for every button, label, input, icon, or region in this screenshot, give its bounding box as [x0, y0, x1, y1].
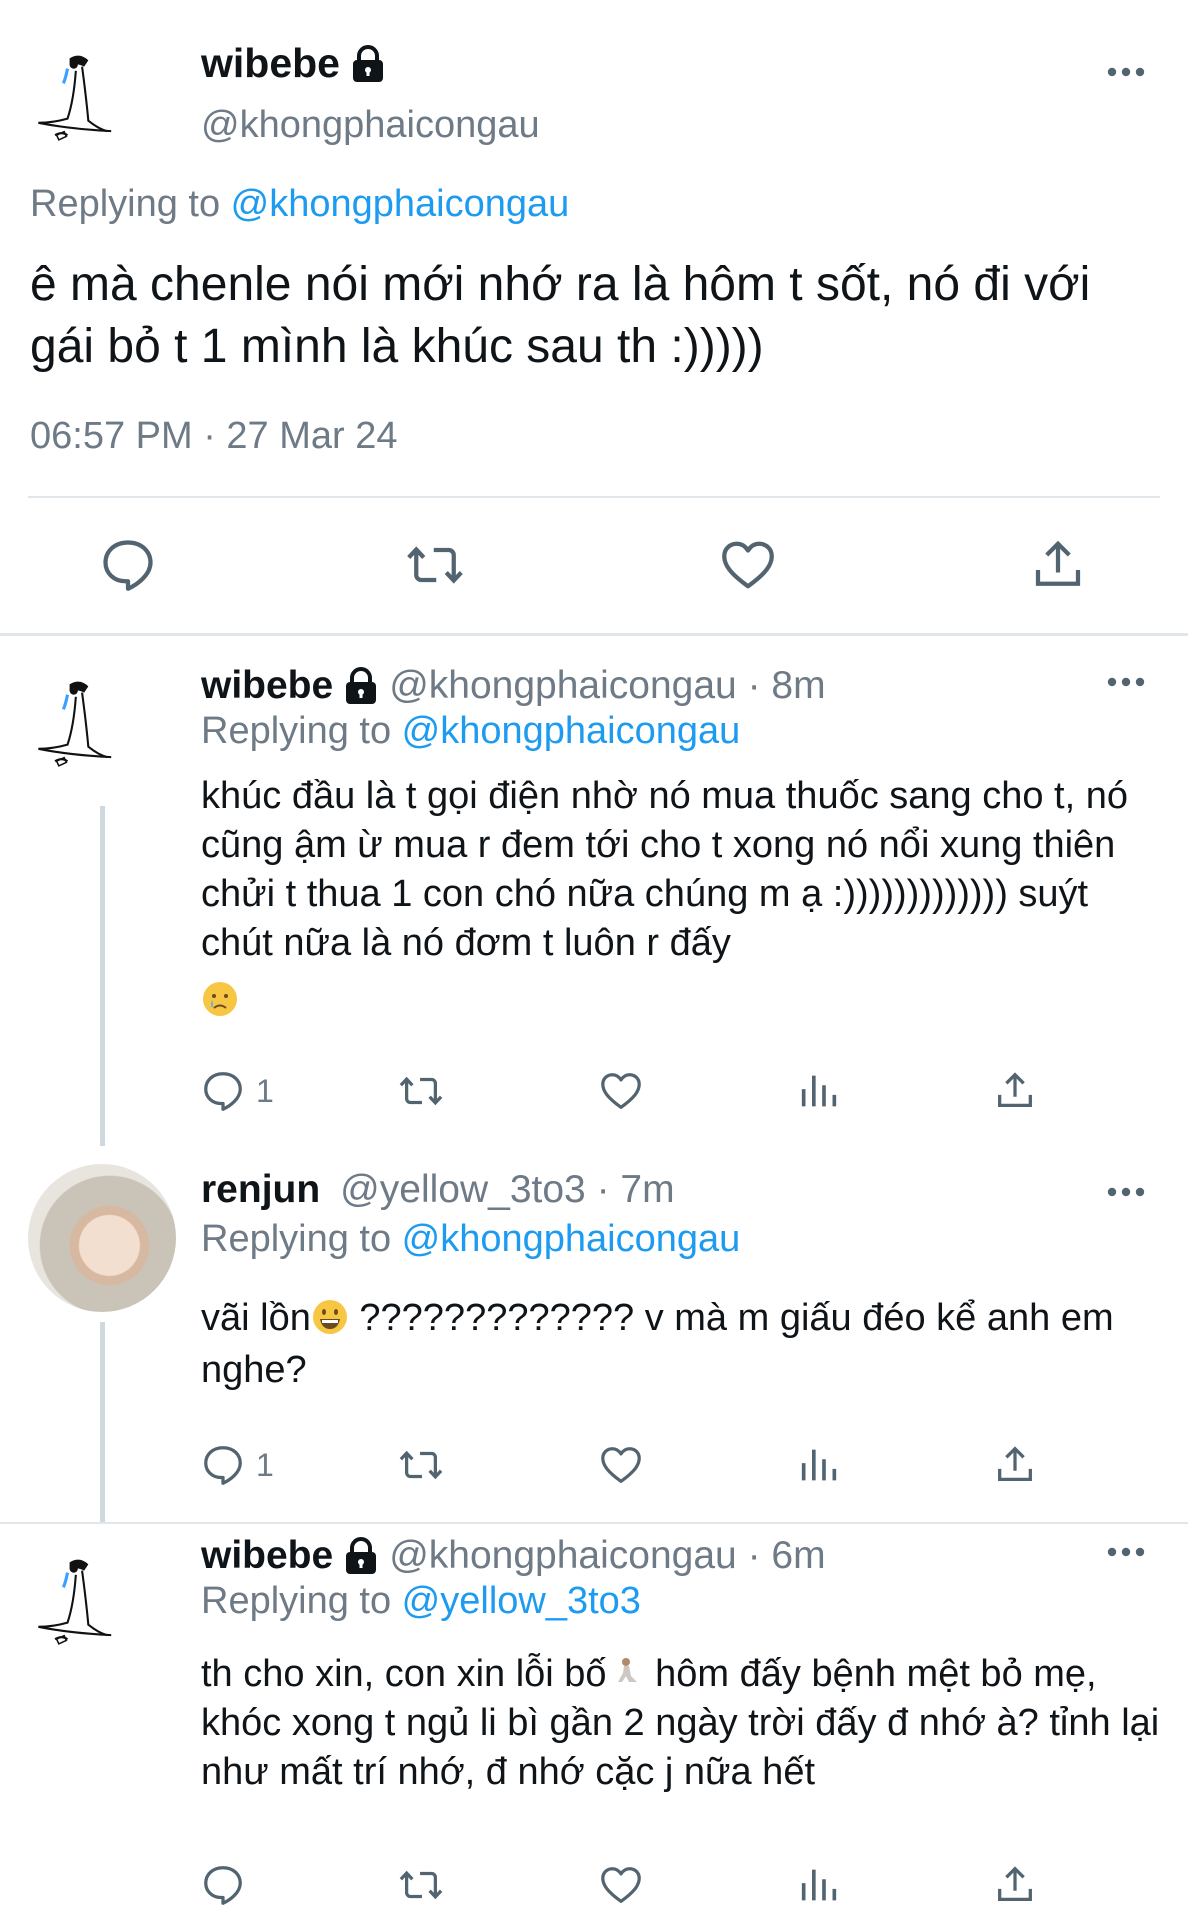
tweet-text-body: khúc đầu là t gọi điện nhờ nó mua thuốc …: [201, 775, 1128, 964]
replying-to-link[interactable]: @khongphaicongau: [231, 183, 570, 225]
views-icon[interactable]: [796, 1440, 842, 1490]
more-options-icon[interactable]: [1106, 1186, 1146, 1198]
share-icon[interactable]: [992, 1440, 1038, 1490]
reply-icon: [200, 1068, 246, 1114]
reply-icon: [200, 1862, 246, 1908]
reply-count: 1: [256, 1446, 274, 1483]
tweet-text-start: vãi lồn: [201, 1297, 311, 1339]
retweet-icon[interactable]: [398, 1440, 444, 1490]
retweet-icon[interactable]: [398, 1066, 444, 1116]
views-icon[interactable]: [796, 1066, 842, 1116]
reply-count: 1: [256, 1072, 274, 1109]
reply-button[interactable]: 1: [200, 1440, 274, 1490]
avatar[interactable]: [28, 50, 132, 154]
tweet-actions: 1: [0, 1066, 1188, 1116]
reply-tweet[interactable]: wibebe @khongphaicongau · 6m Replying to…: [0, 1524, 1188, 1920]
like-icon[interactable]: [598, 1066, 644, 1116]
avatar[interactable]: [28, 1554, 132, 1658]
lock-icon: [343, 1537, 379, 1575]
tweet-text: th cho xin, con xin lỗi bố hôm đấy bệnh …: [201, 1650, 1161, 1797]
reply-tweet[interactable]: wibebe @khongphaicongau · 8m Replying to…: [0, 636, 1188, 1146]
thread-line: [100, 1322, 105, 1522]
author-meta: @yellow_3to3 · 7m: [340, 1168, 675, 1211]
replying-to-link[interactable]: @khongphaicongau: [402, 710, 741, 752]
author-name[interactable]: wibebe: [201, 664, 333, 708]
like-icon[interactable]: [598, 1860, 644, 1910]
author-name[interactable]: renjun: [201, 1168, 320, 1212]
replying-to: Replying to @khongphaicongau: [201, 1218, 740, 1261]
author-name[interactable]: wibebe: [201, 40, 340, 87]
replying-to-link[interactable]: @yellow_3to3: [402, 1580, 641, 1622]
tweet-text-start: th cho xin, con xin lỗi bố: [201, 1653, 607, 1695]
replying-to-prefix: Replying to: [201, 710, 402, 752]
author-meta: @khongphaicongau · 6m: [389, 1534, 826, 1577]
replying-to-prefix: Replying to: [201, 1218, 402, 1260]
reply-header: renjun @yellow_3to3 · 7m: [201, 1168, 675, 1212]
reply-header: wibebe @khongphaicongau · 8m: [201, 664, 826, 708]
avatar[interactable]: [28, 676, 132, 780]
author-name[interactable]: wibebe: [201, 1534, 333, 1578]
reply-button[interactable]: 1: [200, 1066, 274, 1116]
replying-to: Replying to @khongphaicongau: [30, 183, 569, 226]
author-name-row[interactable]: wibebe: [201, 40, 386, 87]
lock-icon: [343, 667, 379, 705]
share-icon[interactable]: [992, 1860, 1038, 1910]
more-options-icon[interactable]: [1106, 66, 1146, 78]
like-icon[interactable]: [718, 535, 778, 595]
share-icon[interactable]: [992, 1066, 1038, 1116]
tweet-text: ê mà chenle nói mới nhớ ra là hôm t sốt,…: [30, 258, 1091, 373]
reply-icon[interactable]: [98, 535, 158, 595]
share-icon[interactable]: [1028, 535, 1088, 595]
main-tweet: wibebe @khongphaicongau Replying to @kho…: [0, 0, 1188, 636]
replying-to: Replying to @yellow_3to3: [201, 1580, 641, 1623]
grinning-face-icon: [312, 1300, 347, 1334]
replying-to: Replying to @khongphaicongau: [201, 710, 740, 753]
tweet-text: khúc đầu là t gọi điện nhờ nó mua thuốc …: [201, 772, 1161, 1025]
reply-icon: [200, 1442, 246, 1488]
retweet-icon[interactable]: [405, 535, 465, 595]
like-icon[interactable]: [598, 1440, 644, 1490]
author-meta: @khongphaicongau · 8m: [389, 664, 826, 707]
divider: [28, 496, 1160, 498]
more-options-icon[interactable]: [1106, 676, 1146, 688]
tweet-actions: 1: [0, 1440, 1188, 1490]
tweet-actions: [0, 1860, 1188, 1910]
more-options-icon[interactable]: [1106, 1546, 1146, 1558]
tweet-text: vãi lồn ????????????? v mà m giấu đéo kể…: [201, 1292, 1161, 1396]
views-icon[interactable]: [796, 1860, 842, 1910]
replying-to-prefix: Replying to: [201, 1580, 402, 1622]
tweet-actions: [0, 535, 1188, 595]
reply-header: wibebe @khongphaicongau · 6m: [201, 1534, 826, 1578]
author-handle[interactable]: @khongphaicongau: [201, 104, 540, 147]
reply-button[interactable]: [200, 1860, 246, 1910]
replying-to-link[interactable]: @khongphaicongau: [402, 1218, 741, 1260]
crying-face-icon: [201, 976, 1161, 1025]
lock-icon: [350, 45, 386, 83]
avatar[interactable]: [28, 1164, 176, 1312]
retweet-icon[interactable]: [398, 1860, 444, 1910]
kneeling-figure-icon: [617, 1658, 637, 1682]
tweet-timestamp[interactable]: 06:57 PM · 27 Mar 24: [30, 415, 398, 458]
reply-tweet[interactable]: renjun @yellow_3to3 · 7m Replying to @kh…: [0, 1146, 1188, 1522]
replying-to-prefix: Replying to: [30, 183, 231, 225]
